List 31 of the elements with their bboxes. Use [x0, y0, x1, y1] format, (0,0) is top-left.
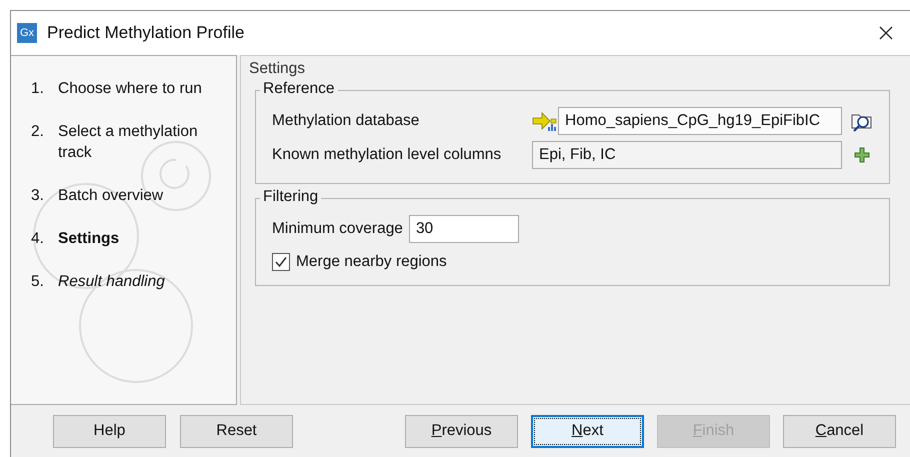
- field-label: Methylation database: [272, 112, 420, 130]
- step-number: 1.: [31, 79, 45, 99]
- dialog-button[interactable]: Reset: [180, 414, 293, 448]
- checkbox[interactable]: [272, 253, 290, 271]
- field-label: Minimum coverage: [272, 220, 403, 238]
- input-field[interactable]: Homo_sapiens_CpG_hg19_EpiFibIC: [558, 107, 842, 135]
- number-field[interactable]: 30: [408, 215, 519, 243]
- group-title: Filtering: [260, 188, 322, 206]
- add-button[interactable]: [854, 147, 870, 163]
- wizard-button[interactable]: Previous: [405, 414, 518, 448]
- wizard-button[interactable]: Next: [531, 414, 644, 448]
- panel-title: Settings: [249, 60, 306, 78]
- step-number: 5.: [31, 272, 45, 292]
- field-label: Known methylation level columns: [272, 146, 502, 164]
- input-field[interactable]: Epi, Fib, IC: [532, 141, 842, 169]
- step-number: 2.: [31, 122, 45, 142]
- wizard-step: Result handling: [58, 271, 223, 292]
- dialog-button[interactable]: Help: [53, 414, 166, 448]
- wizard-step: Choose where to run: [58, 78, 223, 99]
- wizard-step: Select a methylation track: [58, 121, 223, 163]
- wizard-button[interactable]: Cancel: [783, 414, 896, 448]
- wizard-step: Batch overview: [58, 185, 223, 206]
- wizard-step: Settings: [58, 228, 223, 249]
- track-arrow-icon: [532, 110, 558, 132]
- window-title: Predict Methylation Profile: [47, 23, 244, 43]
- checkbox-label: Merge nearby regions: [296, 253, 447, 271]
- step-number: 4.: [31, 229, 45, 249]
- step-number: 3.: [31, 186, 45, 206]
- app-logo: Gx: [17, 23, 37, 43]
- plus-icon: [854, 147, 870, 163]
- close-icon: [878, 25, 894, 41]
